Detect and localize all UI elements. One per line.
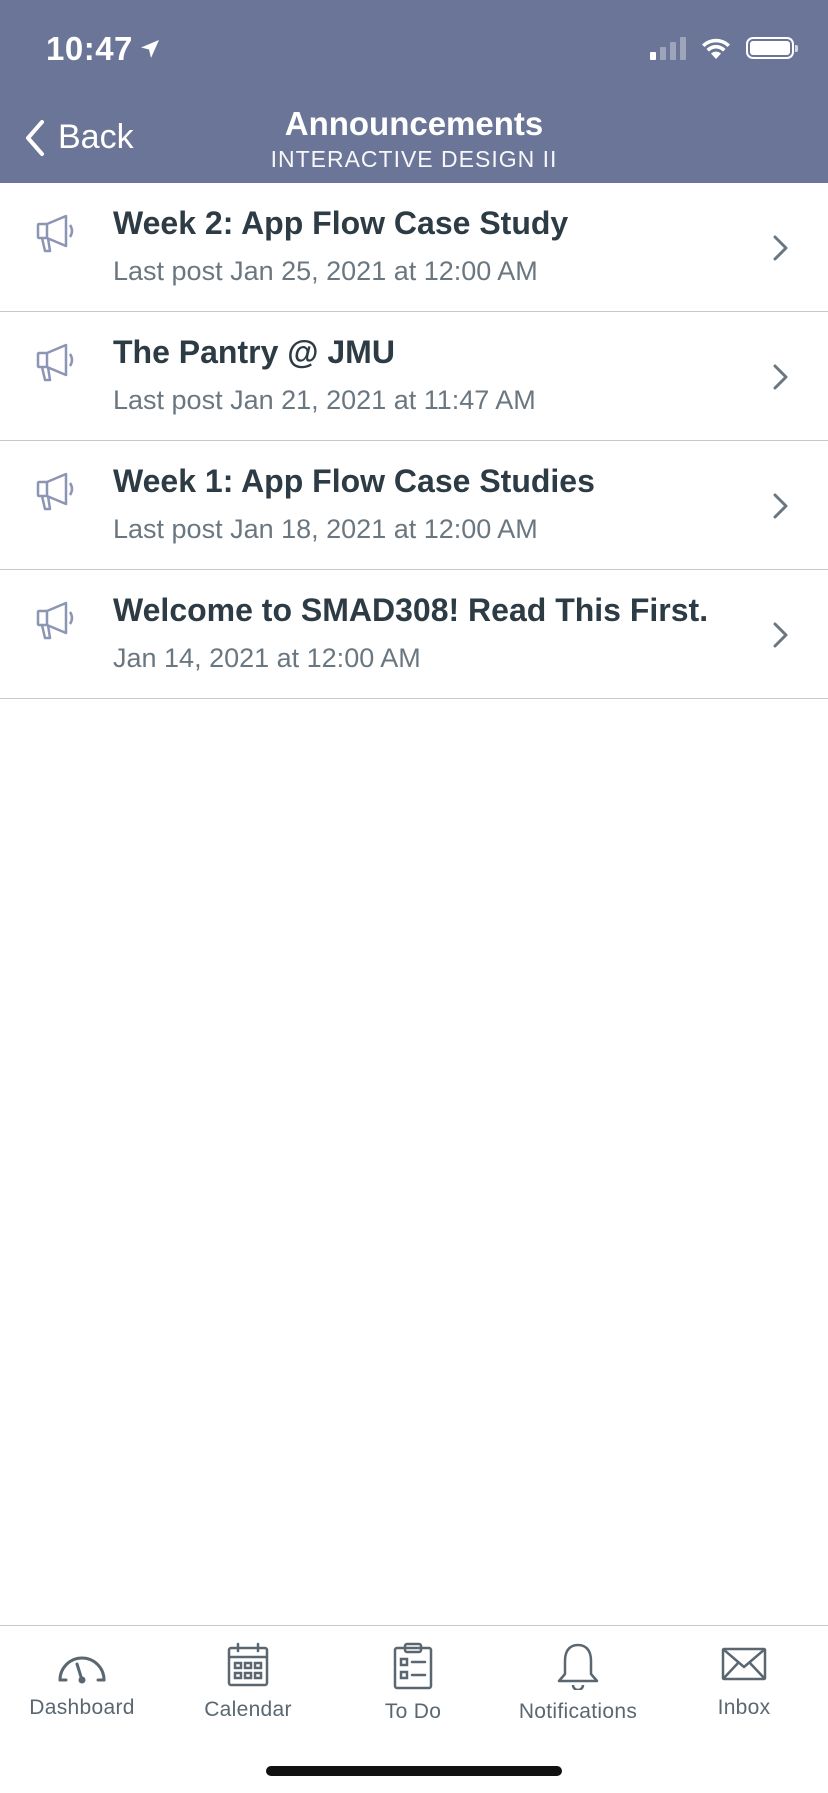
- announcement-list: Week 2: App Flow Case Study Last post Ja…: [0, 183, 828, 699]
- announcement-title: The Pantry @ JMU: [113, 334, 395, 370]
- tab-label: Notifications: [518, 1700, 638, 1723]
- chevron-right-icon: [773, 493, 788, 519]
- tab-notifications[interactable]: Notifications: [498, 1642, 658, 1724]
- chevron-right-icon: [773, 235, 788, 261]
- announcement-date: Last post Jan 21, 2021 at 11:47 AM: [113, 385, 536, 415]
- status-time: 10:47: [46, 30, 161, 68]
- status-time-text: 10:47: [46, 30, 133, 67]
- tab-todo[interactable]: To Do: [333, 1642, 493, 1724]
- home-indicator[interactable]: [266, 1766, 562, 1776]
- tab-label: Inbox: [717, 1696, 771, 1719]
- page-title: Announcements: [284, 105, 544, 142]
- megaphone-icon: [36, 214, 74, 253]
- location-arrow-icon: [140, 40, 159, 58]
- announcement-row[interactable]: The Pantry @ JMU Last post Jan 21, 2021 …: [0, 312, 828, 441]
- megaphone-icon: [36, 601, 74, 640]
- announcement-date: Last post Jan 18, 2021 at 12:00 AM: [113, 514, 538, 544]
- megaphone-icon: [36, 343, 74, 382]
- header-titles: Announcements INTERACTIVE DESIGN II: [0, 104, 828, 174]
- announcement-row[interactable]: Week 2: App Flow Case Study Last post Ja…: [0, 183, 828, 312]
- tab-dashboard[interactable]: Dashboard: [2, 1642, 162, 1720]
- dashboard-icon: [58, 1656, 106, 1684]
- nav-header: 10:47 Back Announcements INTERACTIVE DES…: [0, 0, 828, 183]
- todo-icon: [393, 1642, 433, 1690]
- announcement-date: Last post Jan 25, 2021 at 12:00 AM: [113, 256, 538, 286]
- tab-inbox[interactable]: Inbox: [664, 1642, 824, 1720]
- megaphone-icon: [36, 472, 74, 511]
- battery-icon: [746, 37, 798, 59]
- chevron-right-icon: [773, 364, 788, 390]
- tab-label: Calendar: [204, 1698, 292, 1721]
- announcement-row[interactable]: Week 1: App Flow Case Studies Last post …: [0, 441, 828, 570]
- chevron-right-icon: [773, 622, 788, 648]
- tab-calendar[interactable]: Calendar: [168, 1642, 328, 1722]
- cellular-signal-icon: [650, 36, 686, 60]
- bell-icon: [557, 1643, 599, 1690]
- status-icons: [650, 36, 798, 60]
- announcement-row[interactable]: Welcome to SMAD308! Read This First. Jan…: [0, 570, 828, 699]
- announcement-title: Week 1: App Flow Case Studies: [113, 463, 595, 499]
- calendar-icon: [227, 1642, 269, 1687]
- announcement-title: Welcome to SMAD308! Read This First.: [113, 592, 709, 628]
- wifi-icon: [702, 38, 730, 59]
- inbox-icon: [721, 1647, 767, 1681]
- course-subtitle: INTERACTIVE DESIGN II: [270, 146, 558, 172]
- announcement-title: Week 2: App Flow Case Study: [113, 205, 569, 241]
- announcement-date: Jan 14, 2021 at 12:00 AM: [113, 643, 421, 673]
- tab-label: To Do: [384, 1700, 442, 1723]
- tab-label: Dashboard: [29, 1696, 135, 1719]
